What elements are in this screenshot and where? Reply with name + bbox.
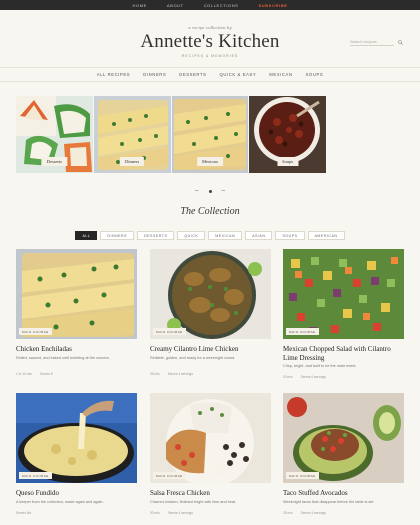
filter-asian[interactable]: ASIAN: [245, 231, 273, 240]
category-soups[interactable]: Soups: [249, 96, 326, 173]
course-badge: MAIN COURSE: [286, 328, 319, 335]
recipe-card[interactable]: MAIN COURSE Creamy Cilantro Lime Chicken…: [150, 249, 271, 376]
topnav-about[interactable]: ABOUT: [167, 3, 184, 8]
search-input[interactable]: [350, 38, 394, 46]
recipe-image[interactable]: MAIN COURSE: [283, 393, 404, 483]
category-desserts[interactable]: Desserts: [16, 96, 93, 173]
recipe-image[interactable]: MAIN COURSE: [283, 249, 404, 339]
recipe-serves: Serves 8: [39, 371, 53, 376]
search-box: [350, 38, 405, 46]
recipe-image[interactable]: MAIN COURSE: [16, 393, 137, 483]
recipe-title[interactable]: Chicken Enchiladas: [16, 345, 137, 354]
top-bar: HOME ABOUT COLLECTIONS SUBSCRIBE: [0, 0, 420, 10]
main-nav: ALL RECIPES DINNERS DESSERTS QUICK & EAS…: [0, 67, 420, 82]
recipe-card[interactable]: MAIN COURSE Chicken Enchiladas Rolled, s…: [16, 249, 137, 376]
carousel-dot[interactable]: [208, 189, 212, 193]
recipe-description: Charred chicken, finished bright with li…: [150, 499, 237, 504]
chopped-salad-photo-icon: [283, 249, 404, 339]
enchilada-photo-icon: [16, 249, 137, 339]
stuffed-avocado-photo-icon: [283, 393, 404, 483]
recipe-description: Crisp, bright, and built to be the main …: [283, 364, 357, 368]
recipe-card[interactable]: MAIN COURSE Queso Fundido A keeper from …: [16, 393, 137, 515]
filter-soups[interactable]: SOUPS: [275, 231, 305, 240]
recipe-title[interactable]: Taco Stuffed Avocados: [283, 489, 404, 498]
recipe-card[interactable]: MAIN COURSE Mexican Chopped Salad with C…: [283, 249, 404, 379]
carousel-prev-button[interactable]: –: [195, 187, 198, 195]
category-label: Soups: [277, 157, 299, 166]
recipe-time: Serves 6m: [16, 510, 32, 515]
topnav-subscribe[interactable]: SUBSCRIBE: [259, 3, 288, 8]
site-tagline: a recipe collection by: [188, 25, 232, 30]
recipe-description: Rolled, sauced, and baked until bubbling…: [16, 355, 110, 360]
recipe-serves: Serves 4 servings: [167, 371, 193, 376]
recipe-time: 35 min: [150, 371, 160, 376]
filter-american[interactable]: AMERICAN: [307, 231, 345, 240]
course-badge: MAIN COURSE: [153, 328, 186, 335]
nav-mexican[interactable]: MEXICAN: [269, 72, 292, 77]
course-badge: MAIN COURSE: [19, 328, 52, 335]
filter-quick[interactable]: QUICK: [177, 231, 206, 240]
filter-all[interactable]: ALL: [75, 231, 98, 240]
recipe-meta: 1 hr 10 min Serves 8: [16, 372, 137, 376]
recipe-serves: Serves 4 servings: [300, 510, 326, 515]
recipe-title[interactable]: Creamy Cilantro Lime Chicken: [150, 345, 271, 354]
recipe-time: 30 min: [150, 510, 160, 515]
recipe-meta: 35 min Serves 4 servings: [150, 372, 271, 376]
recipe-card[interactable]: MAIN COURSE Salsa Fresca Chicken Charred…: [150, 393, 271, 515]
recipe-image[interactable]: MAIN COURSE: [150, 393, 271, 483]
search-icon[interactable]: [398, 39, 403, 45]
nav-soups[interactable]: SOUPS: [306, 72, 324, 77]
topnav-collections[interactable]: COLLECTIONS: [204, 3, 239, 8]
collection-title: The Collection: [180, 206, 240, 217]
recipe-card[interactable]: MAIN COURSE Taco Stuffed Avocados Weekni…: [283, 393, 404, 515]
recipe-time: 25 min: [283, 510, 293, 515]
recipe-title[interactable]: Mexican Chopped Salad with Cilantro Lime…: [283, 345, 404, 362]
recipe-time: 1 hr 10 min: [16, 371, 32, 376]
recipe-title[interactable]: Queso Fundido: [16, 489, 137, 498]
recipe-description: Reliable, golden, and ready for a weekni…: [150, 355, 236, 360]
category-strip: Desserts Dinners Mexican Soups: [16, 96, 326, 173]
chicken-skillet-photo-icon: [150, 249, 271, 339]
recipe-serves: Serves 6 servings: [300, 375, 326, 379]
category-label: Mexican: [197, 157, 223, 166]
nav-desserts[interactable]: DESSERTS: [179, 72, 206, 77]
recipe-title[interactable]: Salsa Fresca Chicken: [150, 489, 271, 498]
category-label: Desserts: [41, 157, 67, 166]
filter-desserts[interactable]: DESSERTS: [137, 231, 175, 240]
recipe-time: 20 min: [283, 375, 293, 379]
recipe-image[interactable]: MAIN COURSE: [16, 249, 137, 339]
recipe-serves: Serves 4 servings: [167, 510, 193, 515]
site-subtitle: RECIPES & MEMORIES: [181, 54, 239, 58]
course-badge: MAIN COURSE: [153, 472, 186, 479]
chicken-rice-photo-icon: [150, 393, 271, 483]
nav-all-recipes[interactable]: ALL RECIPES: [97, 72, 130, 77]
carousel-next-button[interactable]: –: [222, 187, 225, 195]
recipe-description: Weeknight tacos that disappear before th…: [283, 499, 375, 504]
category-label: Dinners: [120, 157, 145, 166]
recipe-meta: 20 min Serves 6 servings: [283, 375, 404, 379]
course-badge: MAIN COURSE: [286, 472, 319, 479]
category-dinners[interactable]: Dinners: [93, 96, 171, 173]
recipe-description: A keeper from the collection, made again…: [16, 499, 104, 504]
queso-fundido-photo-icon: [16, 393, 137, 483]
course-badge: MAIN COURSE: [19, 472, 52, 479]
topnav-home[interactable]: HOME: [133, 3, 147, 8]
recipe-image[interactable]: MAIN COURSE: [150, 249, 271, 339]
recipe-meta: 30 min Serves 4 servings: [150, 511, 271, 515]
category-mexican[interactable]: Mexican: [171, 96, 249, 173]
filter-dinners[interactable]: DINNERS: [100, 231, 135, 240]
carousel-controls: – –: [195, 187, 225, 195]
filter-mexican[interactable]: MEXICAN: [208, 231, 243, 240]
recipe-meta: 25 min Serves 4 servings: [283, 511, 404, 515]
nav-dinners[interactable]: DINNERS: [143, 72, 166, 77]
nav-quick-easy[interactable]: QUICK & EASY: [220, 72, 257, 77]
recipe-meta: Serves 6m: [16, 511, 137, 515]
filter-bar: ALL DINNERS DESSERTS QUICK MEXICAN ASIAN…: [0, 231, 420, 240]
